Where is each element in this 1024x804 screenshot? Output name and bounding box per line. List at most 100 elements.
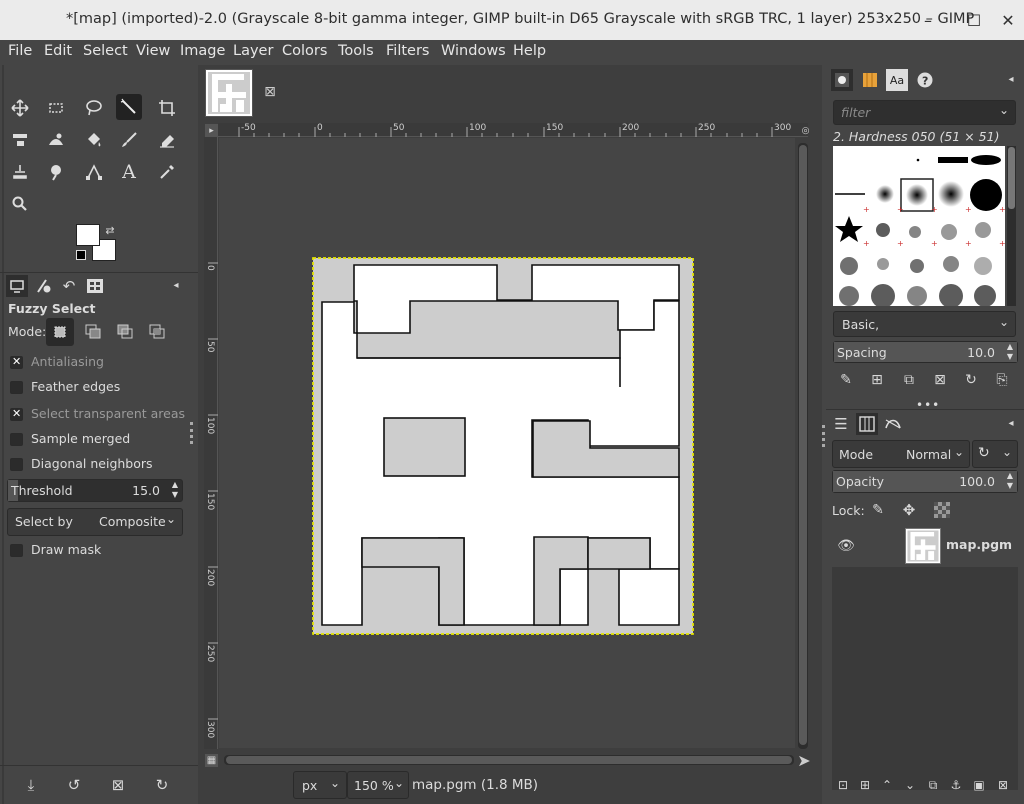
quick-mask-corner-icon[interactable]: ▸ [205, 124, 218, 137]
refresh-brushes-icon[interactable]: ↻ [961, 370, 981, 390]
maximize-button[interactable]: ☐ [962, 8, 986, 32]
mode-add-icon[interactable] [80, 320, 106, 344]
select-transparent-checkbox[interactable] [10, 407, 23, 421]
layer-mode-dropdown[interactable]: Mode Normal ⌄ [832, 440, 970, 468]
antialiasing-checkbox[interactable] [10, 355, 23, 369]
threshold-stepper-icon[interactable]: ▲ ▼ [172, 480, 178, 500]
menu-colors[interactable]: Colors [282, 43, 327, 59]
fonts-tab-icon[interactable]: Aa [886, 69, 908, 91]
unit-dropdown[interactable]: px ⌄ [293, 771, 347, 799]
delete-brush-icon[interactable]: ⊠ [930, 370, 950, 390]
crop-tool-icon[interactable] [154, 95, 180, 121]
text-tool-icon[interactable]: A [116, 159, 142, 185]
draw-mask-checkbox[interactable] [10, 544, 23, 557]
opacity-stepper-icon[interactable]: ▲ ▼ [1007, 471, 1013, 491]
edit-brush-icon[interactable]: ✎ [836, 370, 856, 390]
color-picker-tool-icon[interactable] [154, 159, 180, 185]
foreground-color-swatch[interactable] [76, 224, 100, 246]
menu-windows[interactable]: Windows [441, 43, 506, 59]
new-layer-group-icon[interactable]: ⊡ [834, 775, 852, 795]
opacity-slider[interactable]: Opacity 100.0 ▲ ▼ [832, 470, 1018, 493]
menu-edit[interactable]: Edit [44, 43, 72, 59]
lock-pixels-icon[interactable]: ✎ [869, 501, 887, 519]
channels-tab-icon[interactable] [856, 413, 878, 435]
paintbrush-tool-icon[interactable] [116, 127, 142, 153]
restore-options-icon[interactable]: ↺ [63, 774, 85, 796]
diagonal-neighbors-checkbox[interactable] [10, 458, 23, 471]
duplicate-layer-icon[interactable]: ⧉ [924, 775, 942, 795]
horizontal-ruler[interactable]: -50 0 50 100 150 200 250 300 [218, 123, 808, 137]
zoom-tool-icon[interactable] [7, 191, 33, 217]
brush-preset-dropdown[interactable]: Basic, ⌄ [833, 311, 1016, 337]
paths-tool-icon[interactable] [81, 159, 107, 185]
rect-select-tool-icon[interactable] [43, 95, 69, 121]
bucket-fill-tool-icon[interactable] [81, 127, 107, 153]
threshold-slider[interactable]: Threshold 15.0 ▲ ▼ [7, 479, 183, 502]
lower-layer-icon[interactable]: ⌄ [901, 775, 919, 795]
horizontal-scrollbar[interactable] [224, 755, 794, 765]
layer-row[interactable]: 👁 map.pgm [832, 525, 1018, 567]
brush-grid-scrollbar-thumb[interactable] [1008, 147, 1015, 209]
menu-select[interactable]: Select [83, 43, 128, 59]
mode-subtract-icon[interactable] [112, 320, 138, 344]
canvas-area[interactable] [219, 138, 795, 748]
default-colors-icon[interactable] [76, 250, 86, 260]
vertical-scrollbar[interactable] [798, 143, 808, 749]
undo-history-tab-icon[interactable]: ↶ [58, 275, 80, 297]
select-by-dropdown[interactable]: Select by Composite ⌄ [7, 508, 183, 536]
dock-resize-handle[interactable] [822, 425, 826, 447]
spacing-stepper-icon[interactable]: ▲ ▼ [1007, 342, 1013, 362]
mode-replace-button[interactable] [46, 318, 74, 346]
menu-tools[interactable]: Tools [338, 43, 374, 59]
menu-view[interactable]: View [136, 43, 170, 59]
paths-tab-icon[interactable] [882, 413, 904, 435]
delete-options-icon[interactable]: ⊠ [107, 774, 129, 796]
eye-icon[interactable]: 👁 [837, 537, 855, 555]
layer-mask-icon[interactable]: ▣ [970, 775, 988, 795]
delete-layer-icon[interactable]: ⊠ [994, 775, 1012, 795]
save-options-icon[interactable]: ⤓ [20, 774, 42, 796]
close-image-tab-icon[interactable]: ⊠ [261, 83, 279, 101]
brush-grid-scrollbar[interactable] [1007, 146, 1016, 306]
mode-intersect-icon[interactable] [144, 320, 170, 344]
images-tab-icon[interactable] [84, 275, 106, 297]
menu-help[interactable]: Help [513, 43, 546, 59]
close-button[interactable]: ✕ [996, 8, 1020, 32]
patterns-tab-icon[interactable] [859, 69, 881, 91]
device-status-tab-icon[interactable] [32, 275, 54, 297]
open-brush-as-image-icon[interactable]: ⎘ [992, 370, 1012, 390]
smudge-tool-icon[interactable] [43, 159, 69, 185]
image-tab-thumbnail[interactable] [205, 69, 253, 117]
move-tool-icon[interactable] [7, 95, 33, 121]
help-tab-icon[interactable]: ? [914, 69, 936, 91]
anchor-layer-icon[interactable]: ⚓ [947, 775, 965, 795]
toggle-quick-mask-icon[interactable]: ▦ [205, 754, 218, 767]
brush-grid[interactable]: + + + + + + + + + + [833, 146, 1005, 306]
lock-position-icon[interactable]: ✥ [900, 501, 918, 519]
lasso-tool-icon[interactable] [81, 95, 107, 121]
swap-colors-icon[interactable]: ⇄ [103, 223, 117, 237]
vertical-scrollbar-thumb[interactable] [799, 145, 807, 745]
menu-layer[interactable]: Layer [233, 43, 273, 59]
menu-file[interactable]: File [8, 43, 32, 59]
clone-tool-icon[interactable] [7, 159, 33, 185]
layer-composite-dropdown[interactable]: ↻ ⌄ [972, 440, 1018, 468]
dock-resize-handle[interactable] [190, 422, 194, 444]
feather-edges-checkbox[interactable] [10, 381, 23, 394]
vertical-ruler[interactable]: 0 50 100 150 200 250 300 [204, 137, 218, 749]
brushes-tab-icon[interactable] [831, 69, 853, 91]
panel-menu-icon[interactable]: ◂ [169, 278, 183, 292]
raise-layer-icon[interactable]: ⌃ [878, 775, 896, 795]
eraser-tool-icon[interactable] [154, 127, 180, 153]
layers-tab-icon[interactable]: ☰ [830, 413, 852, 435]
warp-tool-icon[interactable] [43, 127, 69, 153]
lock-alpha-icon[interactable] [933, 501, 951, 519]
brush-filter-input[interactable]: filter ⌄ [833, 100, 1016, 125]
menu-filters[interactable]: Filters [386, 43, 429, 59]
horizontal-scrollbar-thumb[interactable] [226, 756, 792, 764]
reset-options-icon[interactable]: ↻ [151, 774, 173, 796]
navigate-image-icon[interactable]: ➤ [796, 751, 812, 770]
align-tool-icon[interactable] [7, 127, 33, 153]
menu-image[interactable]: Image [180, 43, 225, 59]
fuzzy-select-tool-icon[interactable] [116, 94, 142, 120]
